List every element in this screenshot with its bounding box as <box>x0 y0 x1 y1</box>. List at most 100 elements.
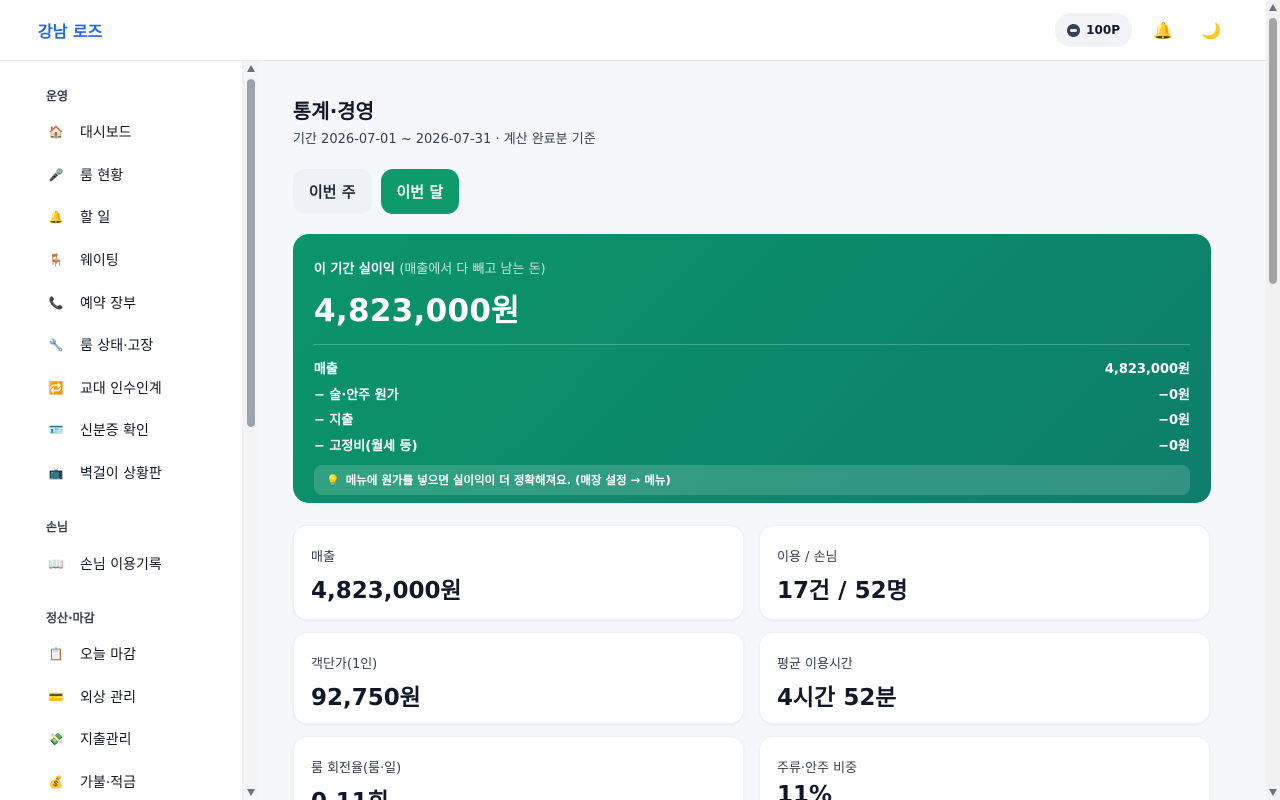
breakdown-value: −0원 <box>1158 387 1190 403</box>
sidebar-group-label: 정산·마감 <box>46 610 95 625</box>
sidebar-group-label: 운영 <box>46 89 69 103</box>
brand-title[interactable]: 강남 로즈 <box>38 18 102 42</box>
wrench-icon: 🔧 <box>48 338 64 353</box>
sidebar-item-credit[interactable]: 💳 외상 관리 <box>0 676 242 719</box>
sidebar-item-wall-board[interactable]: 📺 벽걸이 상황판 <box>0 452 242 495</box>
cost-tip-text: 메뉴에 원가를 넣으면 실이익이 더 정확해져요. (매장 설정 → 메뉴) <box>345 473 671 487</box>
sidebar-item-label: 오늘 마감 <box>80 647 136 664</box>
stat-label: 이용 / 손님 <box>777 550 838 565</box>
phone-icon: 📞 <box>48 295 64 310</box>
net-profit-label-note: (매출에서 다 빼고 남는 돈) <box>399 262 546 277</box>
breakdown-value: 4,823,000원 <box>1104 362 1190 377</box>
stat-value: 11% <box>777 782 833 800</box>
scroll-down-arrow-icon[interactable] <box>247 789 255 796</box>
house-icon: 🏠 <box>48 125 64 140</box>
sidebar-item-label: 대시보드 <box>80 125 132 142</box>
sidebar-item-dashboard[interactable]: 🏠 대시보드 <box>0 111 242 154</box>
stat-card-visits-guests: 이용 / 손님 17건 / 52명 <box>759 525 1210 620</box>
breakdown-value: −0원 <box>1158 438 1190 454</box>
id-card-icon: 🪪 <box>48 423 64 438</box>
stat-value: 0.11회 <box>311 782 726 800</box>
sidebar-item-waiting[interactable]: 🪑 웨이팅 <box>0 239 242 282</box>
clipboard-icon: 📋 <box>48 647 64 662</box>
sidebar-item-label: 룸 상태·고장 <box>80 338 154 355</box>
stat-cards: 매출 4,823,000원 이용 / 손님 17건 / 52명 객단가(1인) 92,… <box>293 525 1211 800</box>
scroll-up-arrow-icon[interactable] <box>247 65 255 72</box>
tab-this-month[interactable]: 이번 달 <box>380 169 460 214</box>
sidebar-scrollbar[interactable] <box>243 61 259 800</box>
breakdown-label: 매출 <box>314 362 338 377</box>
money-bag-icon: 💰 <box>48 775 64 790</box>
stat-label: 매출 <box>311 550 335 565</box>
coin-icon <box>1067 23 1081 37</box>
sidebar-item-rooms[interactable]: 🎤 룸 현황 <box>0 154 242 197</box>
book-icon: 📖 <box>48 556 64 571</box>
money-icon: 💸 <box>48 732 64 747</box>
stat-label: 평균 이용시간 <box>777 657 853 672</box>
stat-label: 객단가(1인) <box>311 657 378 672</box>
sidebar-item-reservations[interactable]: 📞 예약 장부 <box>0 281 242 324</box>
net-profit-card: 이 기간 실이익 (매출에서 다 빼고 남는 돈) 4,823,000원 매출 4… <box>293 234 1211 503</box>
sidebar-item-label: 외상 관리 <box>80 689 136 706</box>
stat-card-room-turnover: 룸 회전율(룸·일) 0.11회 <box>293 736 744 800</box>
sidebar-item-handover[interactable]: 🔁 교대 인수인계 <box>0 367 242 410</box>
sidebar-item-expenses[interactable]: 💸 지출관리 <box>0 718 242 761</box>
stat-card-per-guest: 객단가(1인) 92,750원 <box>293 632 744 724</box>
scroll-down-arrow-icon[interactable] <box>1269 789 1277 796</box>
sidebar-item-todo[interactable]: 🔔 할 일 <box>0 196 242 239</box>
sidebar-item-id-check[interactable]: 🪪 신분증 확인 <box>0 409 242 452</box>
sidebar-item-label: 지출관리 <box>80 732 132 749</box>
sidebar-item-label: 손님 이용기록 <box>80 556 162 573</box>
sidebar-item-label: 교대 인수인계 <box>80 380 162 397</box>
scroll-up-arrow-icon[interactable] <box>1269 4 1277 11</box>
cost-tip-banner[interactable]: 💡 메뉴에 원가를 넣으면 실이익이 더 정확해져요. (매장 설정 → 메뉴) <box>314 465 1190 495</box>
repeat-icon: 🔁 <box>48 380 64 395</box>
sidebar-item-label: 룸 현황 <box>80 167 124 184</box>
breakdown-label: − 지출 <box>314 413 354 428</box>
page-scroll-thumb[interactable] <box>1269 18 1277 284</box>
sidebar-item-closing[interactable]: 📋 오늘 마감 <box>0 633 242 676</box>
breakdown-row-sales: 매출 4,823,000원 <box>314 357 1190 383</box>
top-actions: 100P 🔔 🌙 <box>1055 13 1228 47</box>
stat-card-avg-duration: 평균 이용시간 4시간 52분 <box>759 632 1210 724</box>
period-subtitle: 기간 2026-07-01 ~ 2026-07-31 · 계산 완료분 기준 <box>293 132 596 147</box>
stat-card-drink-ratio: 주류·안주 비중 11% <box>759 736 1210 800</box>
sidebar-item-label: 예약 장부 <box>80 295 136 312</box>
bell-icon: 🔔 <box>48 210 64 225</box>
breakdown-label: − 술·안주 원가 <box>314 387 399 403</box>
sidebar-item-label: 신분증 확인 <box>80 423 149 440</box>
sidebar-item-label: 할 일 <box>80 210 111 227</box>
points-value: 100P <box>1086 23 1120 37</box>
sidebar-item-label: 가불·적금 <box>80 775 136 792</box>
chair-icon: 🪑 <box>48 253 64 268</box>
page-scrollbar[interactable] <box>1266 0 1280 800</box>
stat-value: 92,750원 <box>311 685 421 711</box>
sidebar-item-label: 벽걸이 상황판 <box>80 466 162 483</box>
lightbulb-icon: 💡 <box>326 473 340 487</box>
breakdown-row-fixed-costs: − 고정비(월세 등) −0원 <box>314 434 1190 460</box>
main-content: 통계·경영 기간 2026-07-01 ~ 2026-07-31 · 계산 완료… <box>293 95 1211 800</box>
period-tabs: 이번 주 이번 달 <box>293 169 1211 214</box>
tab-this-week[interactable]: 이번 주 <box>293 169 372 214</box>
top-bar: 강남 로즈 100P 🔔 🌙 <box>0 0 1266 61</box>
sidebar-item-room-status[interactable]: 🔧 룸 상태·고장 <box>0 324 242 367</box>
stat-value: 17건 / 52명 <box>777 578 908 604</box>
stat-value: 4시간 52분 <box>777 685 897 711</box>
notification-bell-icon[interactable]: 🔔 <box>1146 13 1180 47</box>
sidebar-scroll-thumb[interactable] <box>247 79 255 427</box>
breakdown-row-expenses: − 지출 −0원 <box>314 408 1190 434</box>
breakdown-row-cost: − 술·안주 원가 −0원 <box>314 383 1190 409</box>
page-title: 통계·경영 <box>293 99 375 123</box>
dark-mode-moon-icon[interactable]: 🌙 <box>1194 13 1228 47</box>
net-profit-label-text: 이 기간 실이익 <box>314 262 395 277</box>
sidebar-item-guest-history[interactable]: 📖 손님 이용기록 <box>0 542 242 585</box>
points-badge[interactable]: 100P <box>1055 13 1132 47</box>
breakdown-label: − 고정비(월세 등) <box>314 438 418 454</box>
tv-icon: 📺 <box>48 466 64 481</box>
microphone-icon: 🎤 <box>48 167 64 182</box>
net-profit-label: 이 기간 실이익 (매출에서 다 빼고 남는 돈) <box>314 258 1190 277</box>
stat-value: 4,823,000원 <box>311 578 462 604</box>
stat-label: 주류·안주 비중 <box>777 761 858 776</box>
stat-label: 룸 회전율(룸·일) <box>311 761 402 776</box>
sidebar-item-advances[interactable]: 💰 가불·적금 <box>0 761 242 800</box>
